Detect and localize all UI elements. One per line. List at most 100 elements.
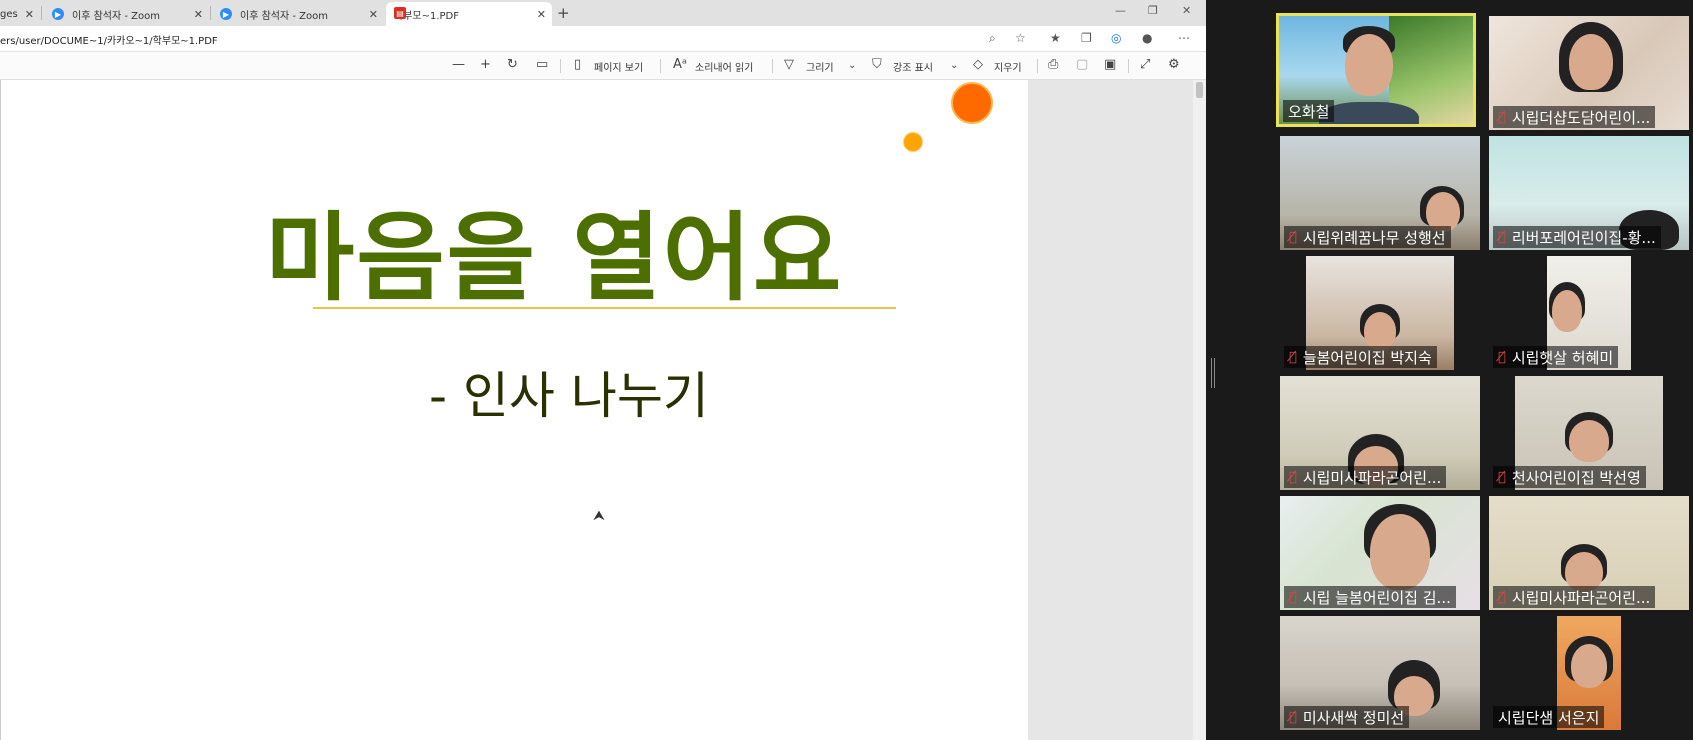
decorative-circle-large — [951, 82, 993, 124]
participant-name: 🎙̸ 시립 늘봄어린이집 김... — [1284, 586, 1456, 608]
participant-tile[interactable]: 🎙̸ 시립미사파라곤어린... — [1280, 376, 1480, 490]
slide-subtitle: - 인사 나누기 — [429, 367, 709, 425]
slide-title: 마음을 열어요 — [266, 202, 844, 314]
settings-gear-icon[interactable]: ⚙ — [1168, 57, 1180, 72]
pdf-icon: ▤ — [394, 7, 406, 19]
zoom-in-button[interactable]: + — [480, 57, 491, 72]
tab-title: ges — [0, 8, 18, 20]
participant-tile[interactable]: 🎙̸ 시립미사파라곤어린... — [1489, 496, 1689, 610]
participant-tile[interactable]: 🎙̸ 시립햇살 허혜미 — [1489, 256, 1689, 370]
save-as-icon[interactable]: ▣ — [1104, 57, 1116, 72]
toolbar-separator — [660, 59, 661, 73]
participant-tile[interactable]: 🎙̸ 미사새싹 정미선 — [1280, 616, 1480, 730]
close-icon[interactable]: ✕ — [25, 8, 34, 21]
toolbar-separator — [1128, 59, 1129, 73]
profile-icon[interactable]: ● — [1142, 31, 1152, 45]
mic-muted-icon: 🎙̸ — [1498, 349, 1506, 365]
toolbar-separator — [772, 59, 773, 73]
highlight-button[interactable]: 강조 표시 — [893, 59, 933, 74]
pdf-toolbar: — + ↻ ▭ ▯ 페이지 보기 Aᵃ 소리내어 읽기 ▽ 그리기 ⌄ ⛉ 강조… — [0, 52, 1206, 80]
close-window-button[interactable]: ✕ — [1182, 4, 1191, 17]
favorites-icon[interactable]: ★ — [1050, 31, 1061, 45]
tab-3[interactable]: ▤ 학부모~1.PDF ✕ — [386, 2, 552, 26]
participant-name: 🎙̸ 시립더샵도담어린이... — [1493, 106, 1656, 128]
highlight-icon: ⛉ — [872, 57, 882, 72]
scrollbar[interactable] — [1193, 80, 1206, 740]
title-underline — [313, 307, 896, 309]
mic-muted-icon: 🎙̸ — [1289, 589, 1297, 605]
tab-bar: ges ✕ ▶ 이후 참석자 - Zoom ✕ ▶ 이후 참석자 - Zoom … — [0, 0, 1206, 26]
pdf-page: 마음을 열어요 - 인사 나누기 ⮝ — [0, 80, 1028, 740]
participant-tile[interactable]: 🎙̸ 시립더샵도담어린이... — [1489, 16, 1689, 130]
participant-name: 🎙̸ 미사새싹 정미선 — [1284, 706, 1410, 728]
participant-tile[interactable]: 🎙̸ 늘봄어린이집 박지숙 — [1280, 256, 1480, 370]
browser-window: ges ✕ ▶ 이후 참석자 - Zoom ✕ ▶ 이후 참석자 - Zoom … — [0, 0, 1206, 740]
minimize-button[interactable]: — — [1115, 4, 1126, 17]
extension-icon[interactable]: ◎ — [1111, 31, 1121, 45]
participant-tile[interactable]: 오화철 — [1276, 13, 1476, 127]
participant-name: 오화철 — [1283, 100, 1335, 122]
read-aloud-button[interactable]: 소리내어 읽기 — [695, 59, 753, 74]
participant-tile[interactable]: 🎙̸ 시립위례꿈나무 성행선 — [1280, 136, 1480, 250]
mic-muted-icon: 🎙̸ — [1289, 229, 1297, 245]
draw-icon: ▽ — [784, 57, 794, 72]
fit-page-icon[interactable]: ▭ — [536, 57, 548, 72]
scrollbar-thumb[interactable] — [1196, 82, 1203, 98]
close-icon[interactable]: ✕ — [194, 8, 203, 21]
participant-tile[interactable]: 🎙̸ 시립 늘봄어린이집 김... — [1280, 496, 1480, 610]
participant-name: 🎙̸ 천사어린이집 박선영 — [1493, 466, 1646, 488]
zoom-out-button[interactable]: — — [452, 57, 465, 72]
mic-muted-icon: 🎙̸ — [1498, 589, 1506, 605]
tab-separator — [210, 6, 211, 20]
mic-muted-icon: 🎙̸ — [1289, 349, 1297, 365]
panel-resize-handle[interactable] — [1211, 358, 1215, 388]
page-view-icon: ▯ — [574, 57, 582, 72]
participant-name: 🎙̸ 리버포레어린이집-황... — [1493, 226, 1661, 248]
zoom-icon: ▶ — [220, 8, 232, 20]
address-field[interactable]: ers/user/DOCUME~1/카카오~1/학부모~1.PDF — [0, 32, 218, 47]
mic-muted-icon: 🎙̸ — [1289, 709, 1297, 725]
mic-muted-icon: 🎙̸ — [1289, 469, 1297, 485]
tab-title: 이후 참석자 - Zoom — [240, 10, 328, 22]
mic-muted-icon: 🎙̸ — [1498, 109, 1506, 125]
print-icon[interactable]: ⎙ — [1048, 57, 1058, 72]
decorative-circle-small — [903, 132, 923, 152]
participant-tile[interactable]: 🎙̸ 천사어린이집 박선영 — [1489, 376, 1689, 490]
zoom-magnifier-icon[interactable]: ⌕ — [989, 31, 996, 46]
page-view-button[interactable]: 페이지 보기 — [594, 59, 643, 74]
tab-1[interactable]: ▶ 이후 참석자 - Zoom ✕ — [44, 2, 209, 26]
save-icon[interactable]: ▢ — [1076, 57, 1088, 72]
favorite-add-icon[interactable]: ☆ — [1015, 31, 1026, 45]
read-aloud-icon: Aᵃ — [673, 57, 687, 72]
draw-button[interactable]: 그리기 — [806, 59, 834, 74]
more-menu-icon[interactable]: ⋯ — [1178, 31, 1190, 45]
participant-tile[interactable]: 🎙̸ 리버포레어린이집-황... — [1489, 136, 1689, 250]
chevron-down-icon[interactable]: ⌄ — [848, 60, 856, 71]
fullscreen-icon[interactable]: ⤢ — [1140, 57, 1150, 72]
close-icon[interactable]: ✕ — [537, 8, 546, 21]
new-tab-button[interactable]: + — [557, 4, 570, 22]
tab-title: 이후 참석자 - Zoom — [72, 10, 160, 22]
tab-separator — [41, 6, 42, 20]
participant-name: 🎙̸ 시립햇살 허혜미 — [1493, 346, 1619, 368]
maximize-button[interactable]: ❐ — [1148, 4, 1158, 17]
zoom-icon: ▶ — [52, 8, 64, 20]
mic-muted-icon: 🎙̸ — [1498, 469, 1506, 485]
collections-icon[interactable]: ❐ — [1081, 31, 1092, 45]
participant-name: 🎙̸ 시립미사파라곤어린... — [1493, 586, 1656, 608]
participant-name: 🎙̸ 시립미사파라곤어린... — [1284, 466, 1447, 488]
pdf-viewer[interactable]: 마음을 열어요 - 인사 나누기 ⮝ — [0, 80, 1206, 740]
participant-tile[interactable]: 시립단샘 서은지 — [1489, 616, 1689, 730]
participant-name: 시립단샘 서은지 — [1493, 706, 1605, 728]
tab-2[interactable]: ▶ 이후 참석자 - Zoom ✕ — [212, 2, 384, 26]
close-icon[interactable]: ✕ — [369, 8, 378, 21]
participant-name: 🎙̸ 시립위례꿈나무 성행선 — [1284, 226, 1451, 248]
tab-0[interactable]: ges ✕ — [0, 2, 40, 26]
screen: ges ✕ ▶ 이후 참석자 - Zoom ✕ ▶ 이후 참석자 - Zoom … — [0, 0, 1693, 740]
eraser-icon: ◇ — [973, 57, 983, 72]
chevron-down-icon[interactable]: ⌄ — [950, 60, 958, 71]
address-bar[interactable]: ers/user/DOCUME~1/카카오~1/학부모~1.PDF ⌕ ☆ ★ … — [0, 26, 1206, 52]
participant-name: 🎙̸ 늘봄어린이집 박지숙 — [1284, 346, 1437, 368]
erase-button[interactable]: 지우기 — [994, 59, 1022, 74]
rotate-icon[interactable]: ↻ — [507, 57, 518, 72]
